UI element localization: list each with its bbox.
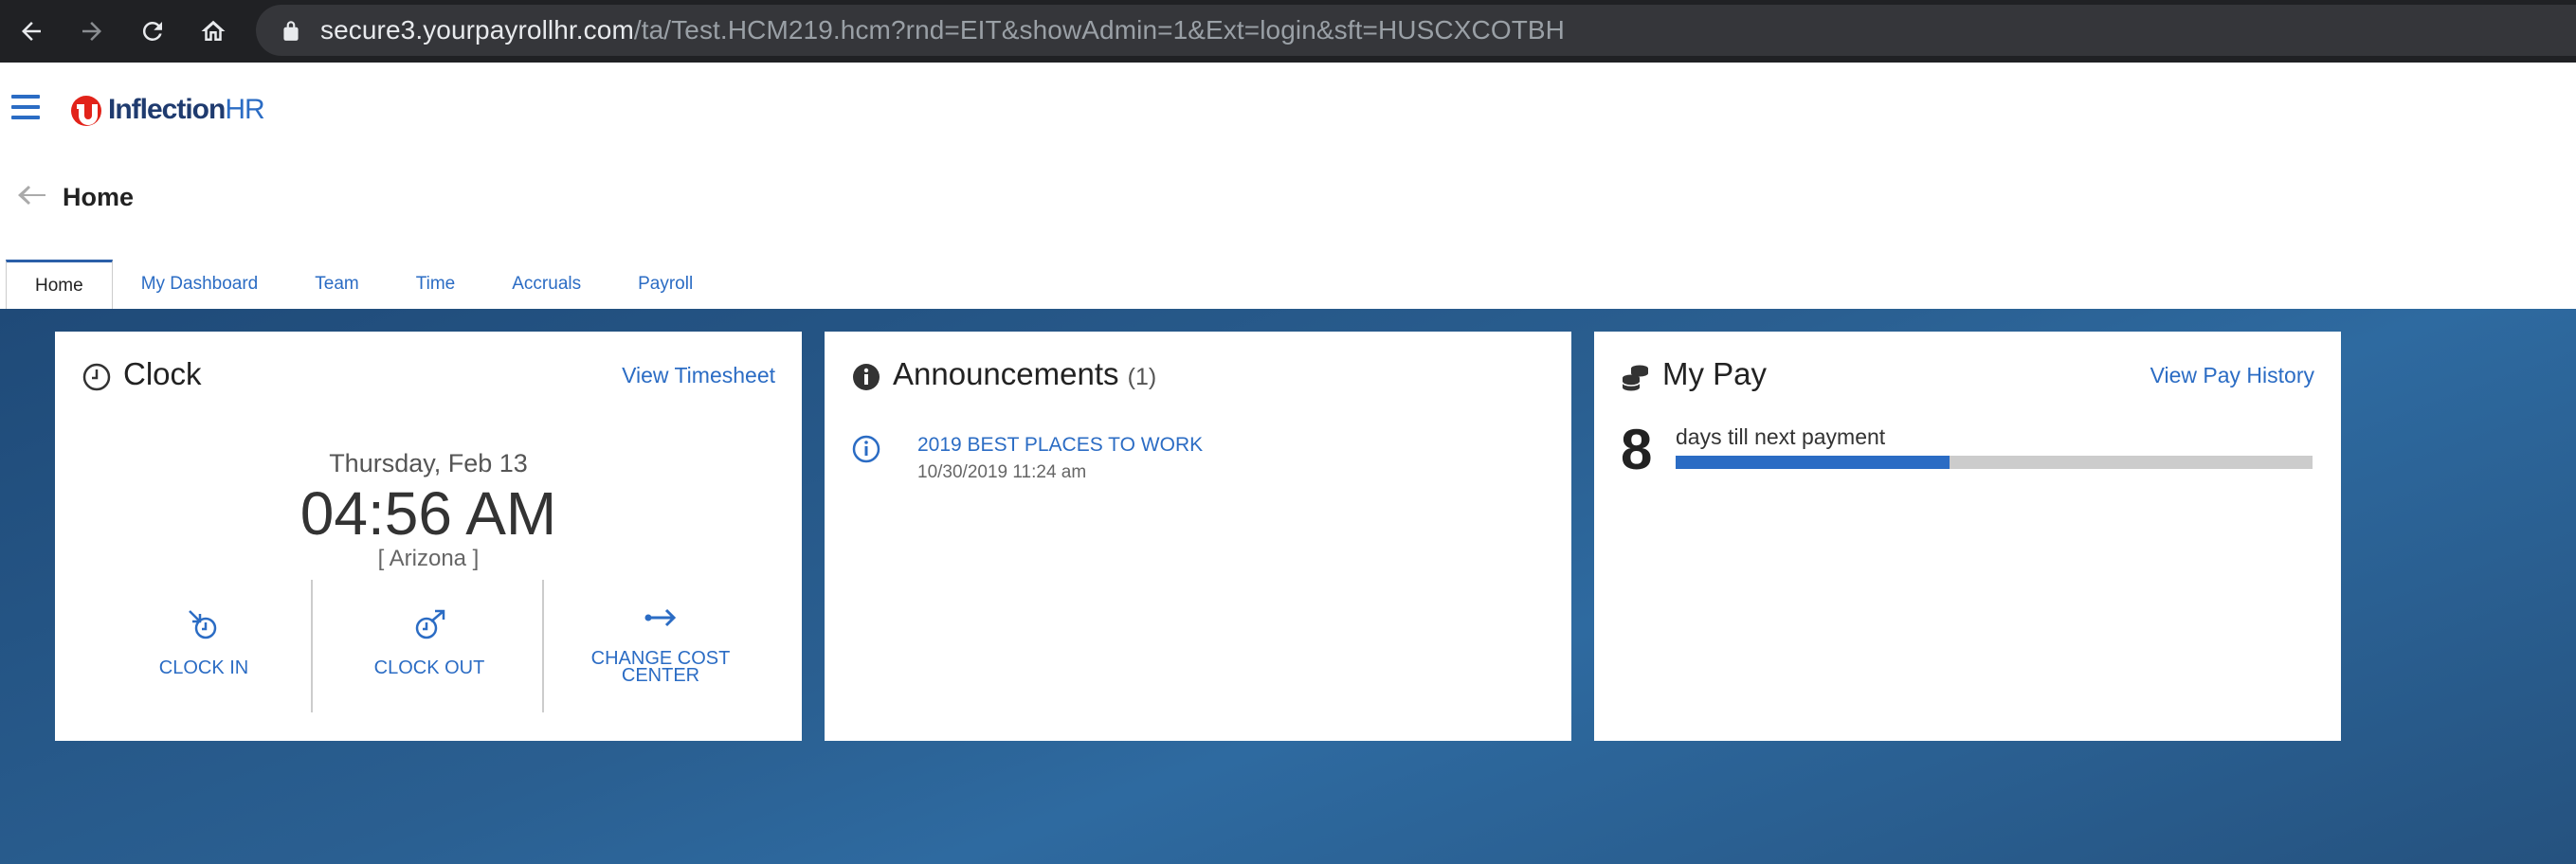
clock-actions: CLOCK IN CLOCK OUT CHANGE COST CENTER (55, 580, 802, 712)
announcement-date: 10/30/2019 11:24 am (917, 462, 1087, 482)
info-outline-icon (852, 435, 880, 463)
page-title: Home (63, 183, 135, 211)
reload-button[interactable] (133, 11, 172, 51)
logo-suffix: HR (225, 94, 264, 125)
clock-timezone: [ Arizona ] (377, 546, 480, 571)
tab-time[interactable]: Time (388, 260, 484, 309)
tab-payroll[interactable]: Payroll (609, 260, 721, 309)
tab-home[interactable]: Home (6, 260, 113, 309)
change-cost-center-button[interactable]: CHANGE COST CENTER (544, 580, 777, 712)
announcements-title: Announcements (1) (893, 356, 1156, 392)
tab-my-dashboard[interactable]: My Dashboard (113, 260, 287, 309)
clock-out-button[interactable]: CLOCK OUT (313, 580, 546, 712)
announcement-title-link[interactable]: 2019 BEST PLACES TO WORK (917, 434, 1203, 457)
forward-button[interactable] (72, 11, 112, 51)
change-cost-label-line2: CENTER (621, 665, 700, 686)
days-count: 8 (1621, 418, 1653, 481)
view-timesheet-link[interactable]: View Timesheet (622, 363, 775, 388)
logo-name: Inflection (108, 94, 226, 125)
back-arrow-icon[interactable] (17, 184, 47, 207)
arrow-right-icon (644, 608, 677, 627)
logo-text: InflectionHR (108, 94, 265, 126)
url-host: secure3.yourpayrollhr.com (320, 15, 634, 45)
announcements-widget: Announcements (1) 2019 BEST PLACES TO WO… (825, 332, 1571, 741)
logo[interactable]: InflectionHR (68, 91, 265, 129)
clock-in-label: CLOCK IN (158, 657, 249, 678)
url-path: /ta/Test.HCM219.hcm?rnd=EIT&showAdmin=1&… (633, 15, 1565, 45)
clock-date: Thursday, Feb 13 (329, 449, 528, 477)
payment-progress-bar (1676, 456, 2313, 469)
announcements-title-text: Announcements (893, 356, 1119, 391)
home-button[interactable] (193, 11, 233, 51)
info-filled-icon (853, 364, 880, 390)
clock-in-icon (189, 610, 217, 639)
my-pay-widget: My Pay View Pay History 8 days till next… (1594, 332, 2341, 741)
days-label: days till next payment (1676, 424, 1886, 449)
menu-icon[interactable] (11, 95, 40, 123)
my-pay-title: My Pay (1662, 356, 1768, 391)
payment-progress-fill (1676, 456, 1950, 469)
clock-in-button[interactable]: CLOCK IN (87, 580, 320, 712)
tab-team[interactable]: Team (286, 260, 387, 309)
app-header: InflectionHR Home Home My Dashboard Team… (0, 63, 2576, 309)
home-icon (201, 20, 226, 41)
reload-icon (142, 21, 162, 41)
lock-icon (283, 21, 299, 41)
tab-accruals[interactable]: Accruals (483, 260, 609, 309)
clock-out-icon (415, 609, 445, 639)
clock-title: Clock (123, 356, 202, 391)
clock-time: 04:56 AM (299, 479, 557, 548)
url-text: secure3.yourpayrollhr.com/ta/Test.HCM219… (320, 15, 1565, 45)
browser-toolbar: secure3.yourpayrollhr.com/ta/Test.HCM219… (0, 0, 2576, 63)
announcements-count: (1) (1127, 364, 1157, 390)
arrow-left-icon (22, 22, 41, 41)
clock-icon (82, 363, 111, 391)
view-pay-history-link[interactable]: View Pay History (2150, 363, 2314, 388)
coins-icon (1622, 365, 1648, 391)
arrow-right-icon (82, 22, 101, 41)
tab-bar: Home My Dashboard Team Time Accruals Pay… (6, 260, 721, 309)
clock-widget: Clock View Timesheet Thursday, Feb 13 04… (55, 332, 802, 741)
logo-mark-icon (71, 96, 101, 126)
clock-out-label: CLOCK OUT (373, 657, 485, 678)
dashboard-area: Clock View Timesheet Thursday, Feb 13 04… (0, 309, 2576, 864)
back-button[interactable] (11, 11, 51, 51)
address-bar[interactable]: secure3.yourpayrollhr.com/ta/Test.HCM219… (256, 5, 2576, 56)
